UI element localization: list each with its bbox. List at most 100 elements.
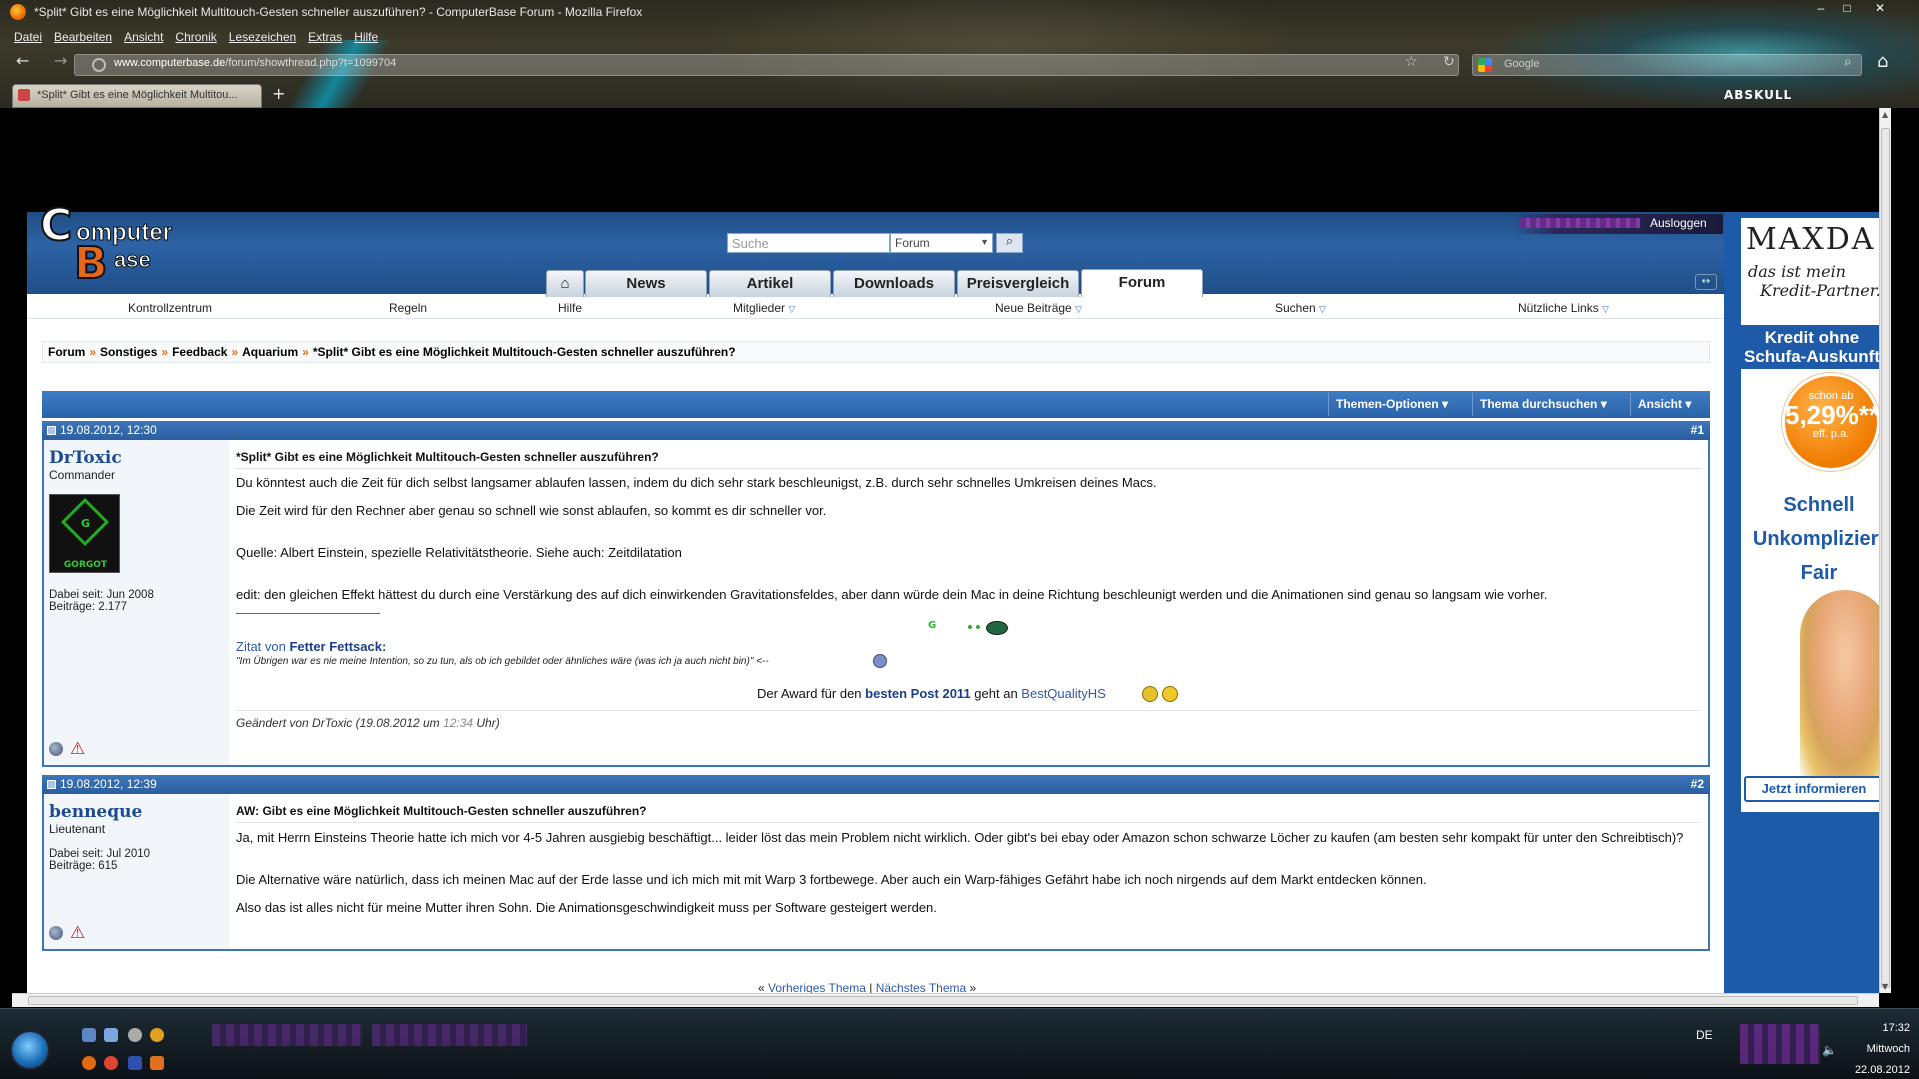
browser-tab[interactable]: *Split* Gibt es eine Möglichkeit Multito…: [12, 84, 262, 108]
grid-app-icon[interactable]: [128, 1056, 142, 1070]
logout-link[interactable]: Ausloggen: [1650, 216, 1707, 230]
site-identity-icon[interactable]: [92, 58, 106, 72]
post-paragraph: Du könntest auch die Zeit für dich selbs…: [236, 475, 1157, 490]
app-icon[interactable]: [128, 1028, 142, 1042]
avatar[interactable]: G GORGOT: [49, 494, 120, 573]
subnav-nuetzliche-links[interactable]: Nützliche Links ▽: [1518, 301, 1609, 315]
vertical-scrollbar[interactable]: ▲ ▼: [1879, 108, 1891, 993]
ad-cta-button[interactable]: Jetzt informieren: [1744, 776, 1884, 802]
subnav-mitglieder[interactable]: Mitglieder ▽: [733, 301, 795, 315]
menu-hilfe[interactable]: Hilfe: [354, 30, 378, 44]
subnav-kontrollzentrum[interactable]: Kontrollzentrum: [128, 301, 212, 315]
thread-options-menu[interactable]: Themen-Optionen ▾: [1328, 393, 1455, 416]
logo-letter-b[interactable]: B: [73, 237, 109, 290]
thread-view-menu[interactable]: Ansicht ▾: [1630, 393, 1698, 416]
firefox-icon[interactable]: [10, 4, 26, 20]
chevron-down-icon: ▽: [1075, 304, 1082, 314]
explorer-icon[interactable]: [104, 1028, 118, 1042]
menu-datei[interactable]: Datei: [14, 30, 42, 44]
breadcrumb-sonstiges[interactable]: Sonstiges: [100, 345, 157, 359]
award-user-link[interactable]: BestQualityHS: [1021, 686, 1106, 701]
post-title: AW: Gibt es eine Möglichkeit Multitouch-…: [236, 804, 647, 818]
speaker-icon[interactable]: 🔈: [1822, 1043, 1837, 1057]
url-text[interactable]: www.computerbase.de/forum/showthread.php…: [114, 57, 396, 69]
post-number-link[interactable]: #1: [1691, 423, 1704, 437]
divider: [236, 710, 1701, 711]
horizontal-scrollbar[interactable]: [12, 993, 1879, 1007]
info-icon[interactable]: [150, 1028, 164, 1042]
site-search-button[interactable]: ⌕: [996, 233, 1023, 253]
tab-artikel[interactable]: Artikel: [709, 270, 831, 297]
menu-lesezeichen[interactable]: Lesezeichen: [229, 30, 296, 44]
thread-search-menu[interactable]: Thema durchsuchen ▾: [1472, 393, 1614, 416]
edit-note-text: Uhr): [476, 716, 500, 730]
home-icon: ⌂: [560, 275, 570, 292]
start-button[interactable]: [10, 1030, 50, 1070]
post-number-link[interactable]: #2: [1691, 777, 1704, 791]
tab-news[interactable]: News: [585, 270, 707, 297]
redacted-task[interactable]: [372, 1024, 527, 1046]
tab-forum[interactable]: Forum: [1081, 269, 1203, 297]
google-icon[interactable]: [1478, 58, 1492, 72]
thread-toolbar: [42, 391, 1710, 418]
menu-ansicht[interactable]: Ansicht: [124, 30, 163, 44]
subnav-hilfe[interactable]: Hilfe: [558, 301, 582, 315]
menu-extras[interactable]: Extras: [308, 30, 342, 44]
post-paragraph: Ja, mit Herrn Einsteins Theorie hatte ic…: [236, 830, 1684, 845]
office-icon[interactable]: [150, 1056, 164, 1070]
breadcrumb: Forum» Sonstiges» Feedback» Aquarium» *Split…: [42, 341, 1710, 363]
logo-word-2[interactable]: ase: [114, 247, 152, 273]
expand-width-icon[interactable]: ↔: [1695, 274, 1717, 290]
minimize-button[interactable]: –: [1808, 0, 1834, 18]
quote-author-link[interactable]: Fetter Fettsack:: [289, 639, 386, 654]
breadcrumb-aquarium[interactable]: Aquarium: [242, 345, 298, 359]
new-tab-button[interactable]: +: [272, 84, 285, 103]
tab-preisvergleich[interactable]: Preisvergleich: [957, 270, 1079, 297]
tab-downloads[interactable]: Downloads: [833, 270, 955, 297]
signature-dot: [968, 625, 972, 629]
clock[interactable]: 17:32 Mittwoch 22.08.2012: [1840, 1018, 1910, 1079]
firefox-taskbar-icon[interactable]: [82, 1056, 96, 1070]
bookmark-star-icon[interactable]: ☆: [1405, 54, 1418, 70]
ad-word: Schnell: [1783, 494, 1855, 516]
scroll-up-icon[interactable]: ▲: [1882, 110, 1888, 119]
report-post-icon[interactable]: ⚠: [70, 739, 85, 759]
reload-icon[interactable]: ↻: [1443, 54, 1455, 70]
signature-image: G: [928, 620, 937, 631]
subnav-suchen-label: Suchen: [1275, 301, 1316, 315]
post-author[interactable]: DrToxic: [49, 448, 122, 468]
post-author[interactable]: benneque: [49, 802, 142, 822]
user-rank: Lieutenant: [49, 822, 106, 836]
chrome-taskbar-icon[interactable]: [104, 1056, 118, 1070]
search-icon: ⌕: [1005, 234, 1014, 249]
maximize-button[interactable]: □: [1834, 0, 1860, 18]
url-domain: www.computerbase.de: [114, 57, 226, 69]
scroll-thumb[interactable]: [1881, 128, 1890, 988]
subnav-suchen[interactable]: Suchen ▽: [1275, 301, 1326, 315]
search-icon[interactable]: ⌕: [1844, 54, 1852, 70]
home-icon[interactable]: ⌂: [1877, 51, 1888, 72]
post-date: 19.08.2012, 12:30: [60, 423, 157, 437]
award-best-post-link[interactable]: besten Post 2011: [865, 686, 971, 701]
back-arrow-icon[interactable]: ←: [16, 51, 29, 70]
logo-letter-c[interactable]: C: [39, 199, 73, 252]
tab-home[interactable]: ⌂: [546, 270, 584, 297]
post-paragraph: Die Zeit wird für den Rechner aber genau…: [236, 503, 827, 518]
breadcrumb-forum[interactable]: Forum: [48, 345, 85, 359]
forward-arrow-icon[interactable]: →: [54, 51, 67, 70]
scroll-thumb[interactable]: [28, 996, 1858, 1005]
subnav-regeln[interactable]: Regeln: [389, 301, 427, 315]
language-indicator[interactable]: DE: [1696, 1028, 1713, 1042]
scroll-down-icon[interactable]: ▼: [1882, 982, 1888, 991]
menu-chronik[interactable]: Chronik: [175, 30, 216, 44]
search-scope-select[interactable]: Forum ▼: [890, 233, 993, 253]
desktop-icon[interactable]: [82, 1028, 96, 1042]
post-paragraph: Quelle: Albert Einstein, spezielle Relat…: [236, 545, 682, 560]
redacted-task[interactable]: [212, 1024, 362, 1046]
subnav-neue-beitraege[interactable]: Neue Beiträge ▽: [995, 301, 1082, 315]
close-window-button[interactable]: ✕: [1860, 0, 1900, 18]
breadcrumb-feedback[interactable]: Feedback: [172, 345, 227, 359]
menu-bearbeiten[interactable]: Bearbeiten: [54, 30, 112, 44]
report-post-icon[interactable]: ⚠: [70, 923, 85, 943]
post-status-icon: [47, 780, 56, 789]
